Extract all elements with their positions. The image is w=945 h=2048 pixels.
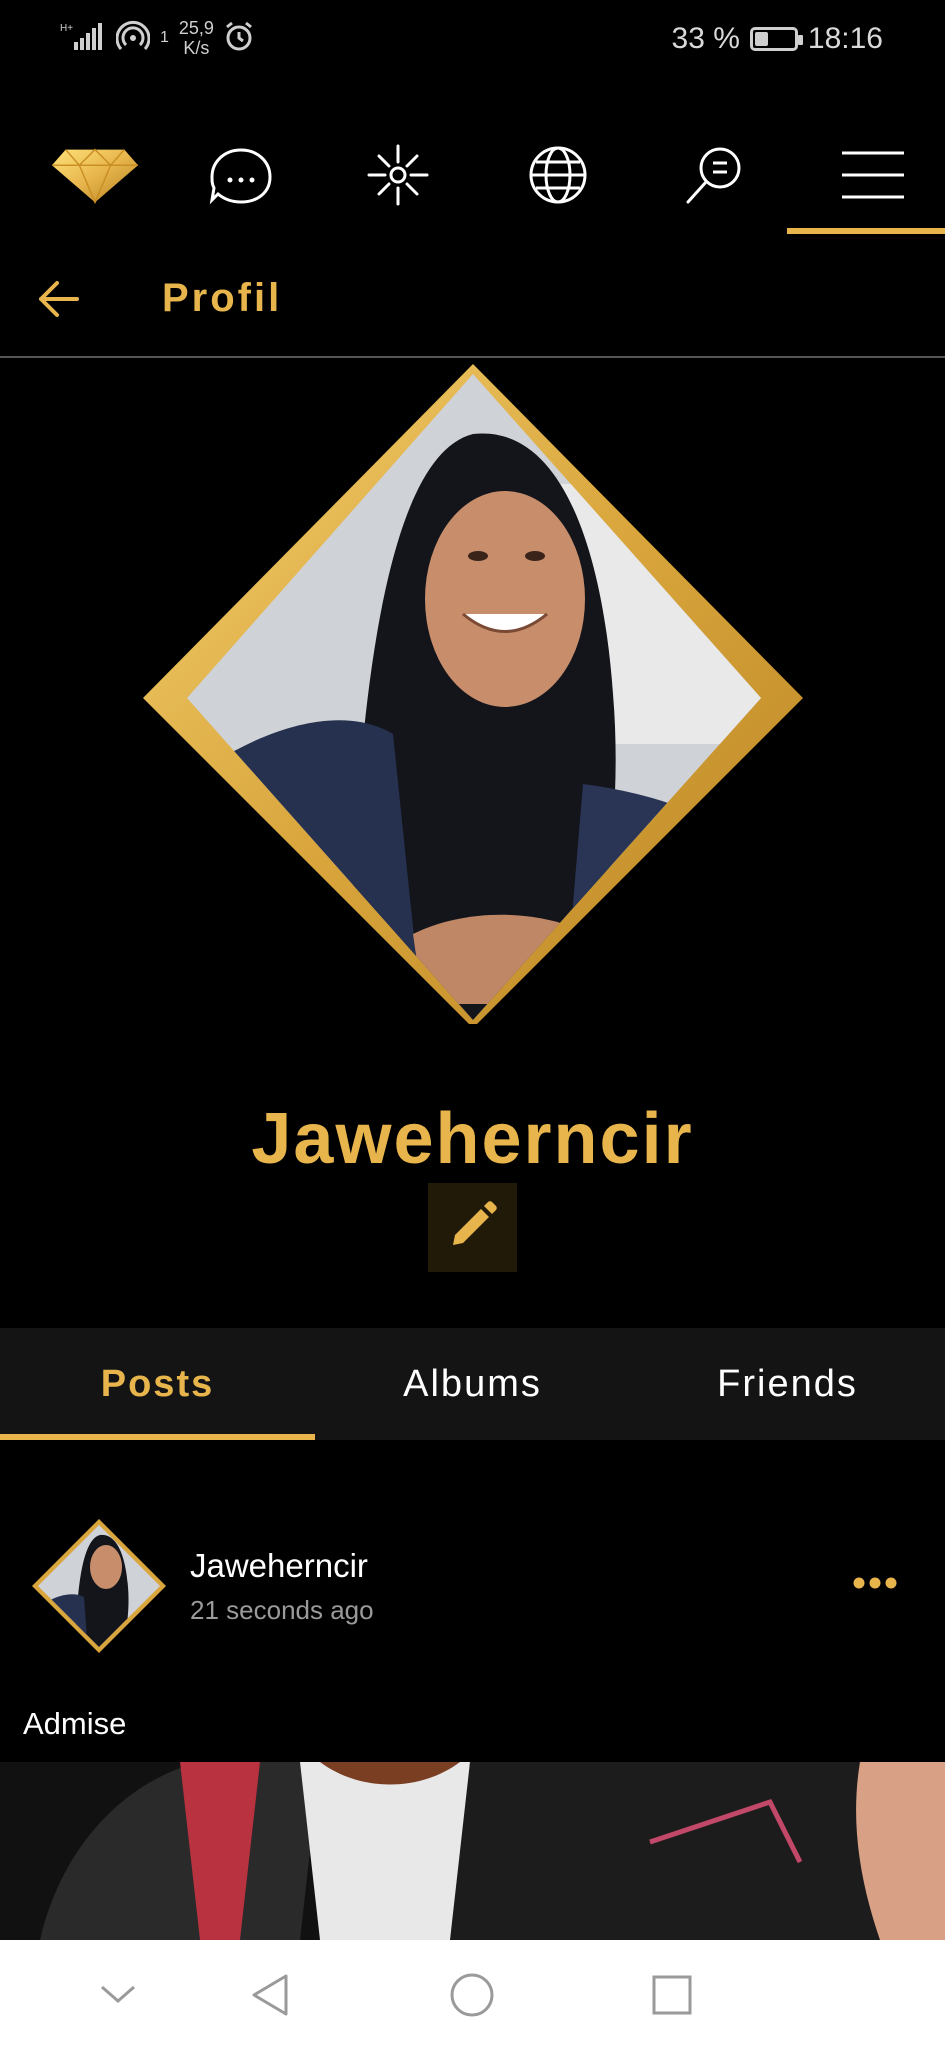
chat-bubble-icon[interactable] xyxy=(196,130,286,220)
top-nav xyxy=(0,110,945,240)
diamond-icon[interactable] xyxy=(50,130,140,220)
battery-level xyxy=(754,32,768,46)
speed-value: 25,9 xyxy=(178,18,214,38)
post-timestamp: 21 seconds ago xyxy=(190,1595,374,1625)
pencil-icon xyxy=(447,1199,499,1256)
sim-index: 1 xyxy=(160,29,169,46)
post-text: Admise xyxy=(23,1706,127,1741)
status-left: H+ 1 25,9 K/s xyxy=(60,18,254,58)
tab-posts[interactable]: Posts xyxy=(0,1328,315,1440)
battery-icon xyxy=(749,27,803,51)
chevron-down-icon[interactable] xyxy=(88,1970,148,2020)
battery-percent: 33 % xyxy=(671,22,740,55)
more-horizontal-icon[interactable] xyxy=(845,1563,905,1603)
nav-active-indicator xyxy=(787,228,945,234)
post-author-avatar[interactable] xyxy=(32,1519,166,1653)
signal-icon: H+ xyxy=(60,20,106,57)
post-header: Jaweherncir 21 seconds ago xyxy=(0,1515,945,1655)
post-author-name[interactable]: Jaweherncir xyxy=(190,1547,368,1585)
home-circle-icon[interactable] xyxy=(442,1970,502,2020)
post-image[interactable] xyxy=(0,1762,945,1940)
menu-icon[interactable] xyxy=(828,130,918,220)
back-triangle-icon[interactable] xyxy=(240,1970,300,2020)
svg-text:H+: H+ xyxy=(60,23,73,34)
page-title: Profil xyxy=(162,276,283,320)
speed-unit: K/s xyxy=(183,38,210,58)
status-bar: H+ 1 25,9 K/s 33 % 18:16 xyxy=(0,0,945,84)
page-header: Profil xyxy=(0,240,945,358)
status-right: 33 % 18:16 xyxy=(672,22,883,56)
profile-avatar[interactable] xyxy=(143,364,803,1028)
network-speed: 25,9 K/s xyxy=(179,18,214,58)
recents-square-icon[interactable] xyxy=(642,1970,702,2020)
hotspot-icon xyxy=(115,19,151,58)
arrow-left-icon[interactable] xyxy=(30,274,86,324)
tab-friends[interactable]: Friends xyxy=(630,1328,945,1440)
profile-name: Jaweherncir xyxy=(251,1099,694,1179)
edit-profile-button[interactable] xyxy=(428,1183,517,1272)
profile-tabs: Posts Albums Friends xyxy=(0,1328,945,1440)
clock: 18:16 xyxy=(807,22,883,55)
system-nav-bar xyxy=(0,1940,945,2048)
alarm-icon xyxy=(224,20,254,57)
tab-albums[interactable]: Albums xyxy=(315,1328,630,1440)
sparkle-icon[interactable] xyxy=(353,130,443,220)
search-icon[interactable] xyxy=(670,130,760,220)
globe-icon[interactable] xyxy=(513,130,603,220)
